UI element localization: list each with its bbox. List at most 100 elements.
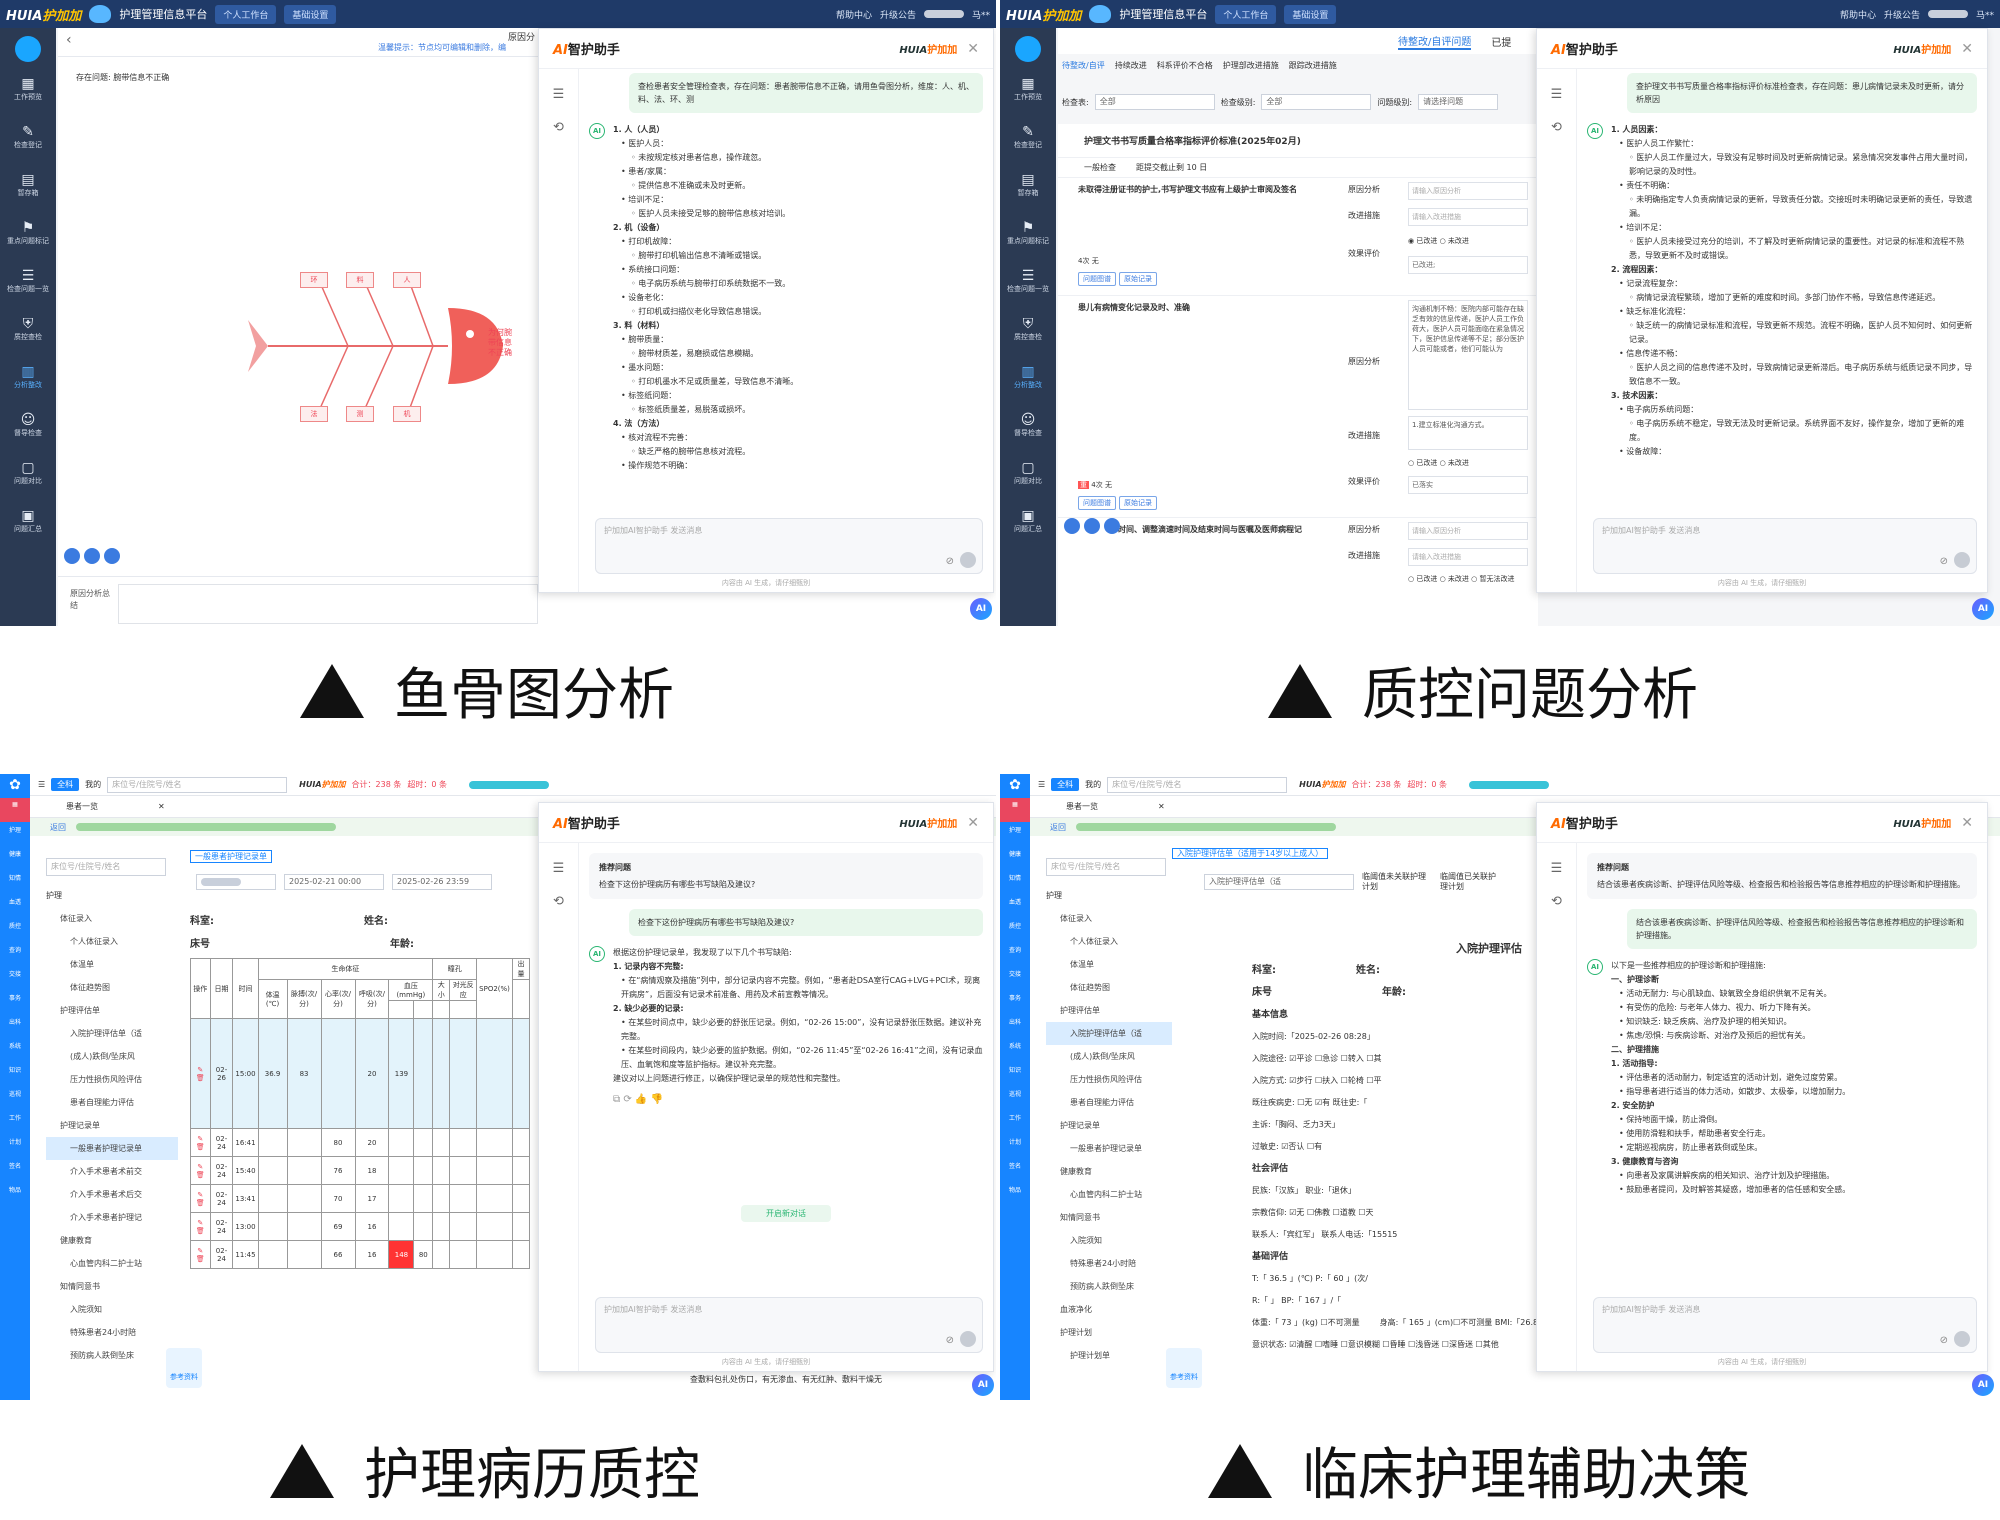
tree-item[interactable]: 护理评估单 xyxy=(1046,999,1178,1022)
rail-item[interactable]: 出科 xyxy=(0,1014,30,1038)
tree-item[interactable]: 预防病人跌倒坠床 xyxy=(46,1344,178,1367)
table-row[interactable]: ✎ 🗑 02-24 15:40 76 18 xyxy=(190,1156,531,1185)
rail-item-active[interactable]: ▥ 分析整改 xyxy=(0,358,56,406)
rail-item[interactable]: 工作 xyxy=(0,1110,30,1134)
avatar[interactable] xyxy=(0,28,56,70)
close-icon[interactable]: ✕ xyxy=(967,41,979,57)
reference-button[interactable]: 参考资料 xyxy=(1166,1348,1202,1388)
tree-item[interactable]: 护理 xyxy=(1046,884,1178,907)
table-row[interactable]: ✎ 🗑 02-24 13:41 70 17 xyxy=(190,1184,531,1213)
close-icon[interactable]: ✕ xyxy=(967,815,979,831)
nav-workbench[interactable]: 个人工作台 xyxy=(215,4,277,24)
tree-item[interactable]: 护理计划单 xyxy=(1046,1344,1178,1367)
field-religion[interactable]: 宗教信仰: ☑无 ☐佛教 ☐道教 ☐天 xyxy=(1252,1202,1532,1224)
row-actions[interactable]: ✎ 🗑 xyxy=(190,1018,211,1129)
tree-item[interactable]: 个人体征录入 xyxy=(46,930,178,953)
rail-item[interactable]: 血透 xyxy=(0,894,30,918)
tree-search[interactable]: 床位号/住院号/姓名 xyxy=(1046,858,1166,876)
record-tab-label[interactable]: 一般患者护理记录单 xyxy=(190,849,272,863)
tree-item[interactable]: 特殊患者24小时陪 xyxy=(1046,1252,1178,1275)
rail-item[interactable]: 计划 xyxy=(1000,1134,1030,1158)
field-admit-time[interactable]: 入院时间:「2025-02-26 08:28」 xyxy=(1252,1026,1532,1048)
rec-question[interactable]: 检查下这份护理病历有哪些书写缺陷及建议? xyxy=(599,878,973,891)
rail-item[interactable]: ▦ 工作预览 xyxy=(0,70,56,118)
tree-item[interactable]: 一般患者护理记录单 xyxy=(46,1137,178,1160)
field-weight[interactable]: 体重:「 73 」(kg) ☐不可测量 xyxy=(1252,1312,1360,1334)
menu-icon[interactable]: ☰ xyxy=(1537,87,1576,102)
rail-item[interactable]: 知识 xyxy=(1000,1062,1030,1086)
rail-item[interactable]: 物品 xyxy=(0,1182,30,1206)
row-actions[interactable]: ✎ 🗑 xyxy=(190,1184,211,1213)
ai-float-button[interactable]: AI xyxy=(1972,598,1994,620)
field-conscious[interactable]: 意识状态: ☑清醒 ☐嗜睡 ☐意识模糊 ☐昏睡 ☐浅昏迷 ☐深昏迷 ☐其他 xyxy=(1252,1334,1532,1356)
tree-search[interactable]: 床位号/住院号/姓名 xyxy=(46,858,166,876)
rail-item[interactable]: 工作 xyxy=(1000,1110,1030,1134)
fish-bone-label[interactable]: 环 xyxy=(300,272,328,288)
new-chat-button[interactable]: 开启新对话 xyxy=(741,1205,831,1222)
tree-item[interactable]: 心血管内科二护士站 xyxy=(46,1252,178,1275)
row-actions[interactable]: ✎ 🗑 xyxy=(190,1156,211,1185)
rail-item[interactable]: 护理 xyxy=(1000,822,1030,846)
measure-input[interactable]: 1.建立标准化沟通方式。 xyxy=(1408,416,1528,450)
table-row[interactable]: ✎ 🗑 02-24 11:45 66 16 148 80 xyxy=(190,1240,531,1269)
breadcrumb-tab[interactable]: 患者一览 xyxy=(1066,801,1098,812)
tree-item[interactable]: (成人)跌倒/坠床风 xyxy=(46,1045,178,1068)
table-row[interactable]: ✎ 🗑 02-26 15:00 36.9 83 20 139 xyxy=(190,1018,531,1129)
ai-float-button[interactable]: AI xyxy=(1972,1374,1994,1396)
tree-item[interactable]: 患者自理能力评估 xyxy=(1046,1091,1178,1114)
attach-icon[interactable]: ⊘ xyxy=(946,1335,954,1346)
back-link[interactable]: 返回 xyxy=(50,822,66,833)
close-icon[interactable]: ✕ xyxy=(1961,41,1973,57)
rail-item[interactable]: ☺ 督导检查 xyxy=(0,406,56,454)
new-chat-icon[interactable]: ⟲ xyxy=(1537,894,1576,909)
measure-input[interactable]: 请输入改进措施 xyxy=(1408,208,1528,226)
tree-item[interactable]: 一般患者护理记录单 xyxy=(1046,1137,1178,1160)
rail-item[interactable]: 查询 xyxy=(1000,942,1030,966)
rail-item[interactable]: 质控 xyxy=(1000,918,1030,942)
chat-input[interactable]: 护加加AI智护助手 发送消息 ⊘ xyxy=(595,1297,983,1353)
rail-item[interactable]: ▤ 暂存箱 xyxy=(1000,166,1056,214)
tree-item[interactable]: 知情同意书 xyxy=(1046,1206,1178,1229)
rocket-icon[interactable] xyxy=(1064,518,1080,534)
nav-settings[interactable]: 基础设置 xyxy=(1284,4,1337,24)
raw-record-button[interactable]: 原始记录 xyxy=(1119,272,1157,286)
tab-submitted[interactable]: 已提 xyxy=(1491,34,1511,49)
tree-item[interactable]: 个人体征录入 xyxy=(1046,930,1178,953)
back-arrow-icon[interactable]: ‹ xyxy=(66,32,72,48)
menu-icon[interactable]: ☰ xyxy=(539,861,578,876)
option-linked[interactable]: 临阈值已关联护理计划 xyxy=(1440,872,1500,892)
nav-settings[interactable]: 基础设置 xyxy=(284,4,337,24)
date-to[interactable]: 2025-02-26 23:59 xyxy=(392,874,492,890)
fish-bone-label[interactable]: 料 xyxy=(346,272,374,288)
fish-bone-label[interactable]: 法 xyxy=(300,406,328,422)
option-unlinked[interactable]: 临阈值未关联护理计划 xyxy=(1362,872,1432,892)
type-select[interactable] xyxy=(196,874,276,890)
close-icon[interactable]: ✕ xyxy=(158,802,165,811)
subtab[interactable]: 待整改/自评 xyxy=(1062,60,1105,78)
raw-record-button[interactable]: 原始记录 xyxy=(1119,496,1157,510)
rail-item[interactable]: ⚑ 重点问题标记 xyxy=(1000,214,1056,262)
user-name[interactable]: 马** xyxy=(1976,8,1994,21)
tab-mine[interactable]: 我的 xyxy=(85,779,101,790)
eval-input[interactable]: 已落实 xyxy=(1408,476,1528,494)
close-icon[interactable]: ✕ xyxy=(1158,802,1165,811)
new-chat-icon[interactable]: ⟲ xyxy=(539,120,578,135)
chat-input[interactable]: 护加加AI智护助手 发送消息 ⊘ xyxy=(1593,1297,1977,1353)
level-select[interactable]: 全部 xyxy=(1261,94,1372,110)
subtab[interactable]: 持续改进 xyxy=(1115,60,1147,78)
chat-input[interactable]: 护加加AI智护助手 发送消息 ⊘ xyxy=(595,518,983,574)
tree-item[interactable]: 体温单 xyxy=(1046,953,1178,976)
problem-graph-button[interactable]: 问题图谱 xyxy=(1078,496,1116,510)
rail-item[interactable]: 血透 xyxy=(1000,894,1030,918)
field-history[interactable]: 既往疾病史: ☐无 ☑有 既往史:「 xyxy=(1252,1092,1532,1114)
rail-item[interactable]: 巡视 xyxy=(0,1086,30,1110)
field-height[interactable]: 身高:「 165 」(cm)☐不可测量 BMI:「26.81」 xyxy=(1380,1312,1552,1334)
subtab[interactable]: 护理部改进措施 xyxy=(1223,60,1279,78)
field-admit-way[interactable]: 入院途径: ☑平诊 ☐急诊 ☐转入 ☐其 xyxy=(1252,1048,1532,1070)
rail-item[interactable]: 出科 xyxy=(1000,1014,1030,1038)
rail-item[interactable]: 护理 xyxy=(0,822,30,846)
tree-item[interactable]: 知情同意书 xyxy=(46,1275,178,1298)
rail-item[interactable]: 知情 xyxy=(0,870,30,894)
rail-item[interactable]: 交接 xyxy=(1000,966,1030,990)
new-chat-icon[interactable]: ⟲ xyxy=(539,894,578,909)
